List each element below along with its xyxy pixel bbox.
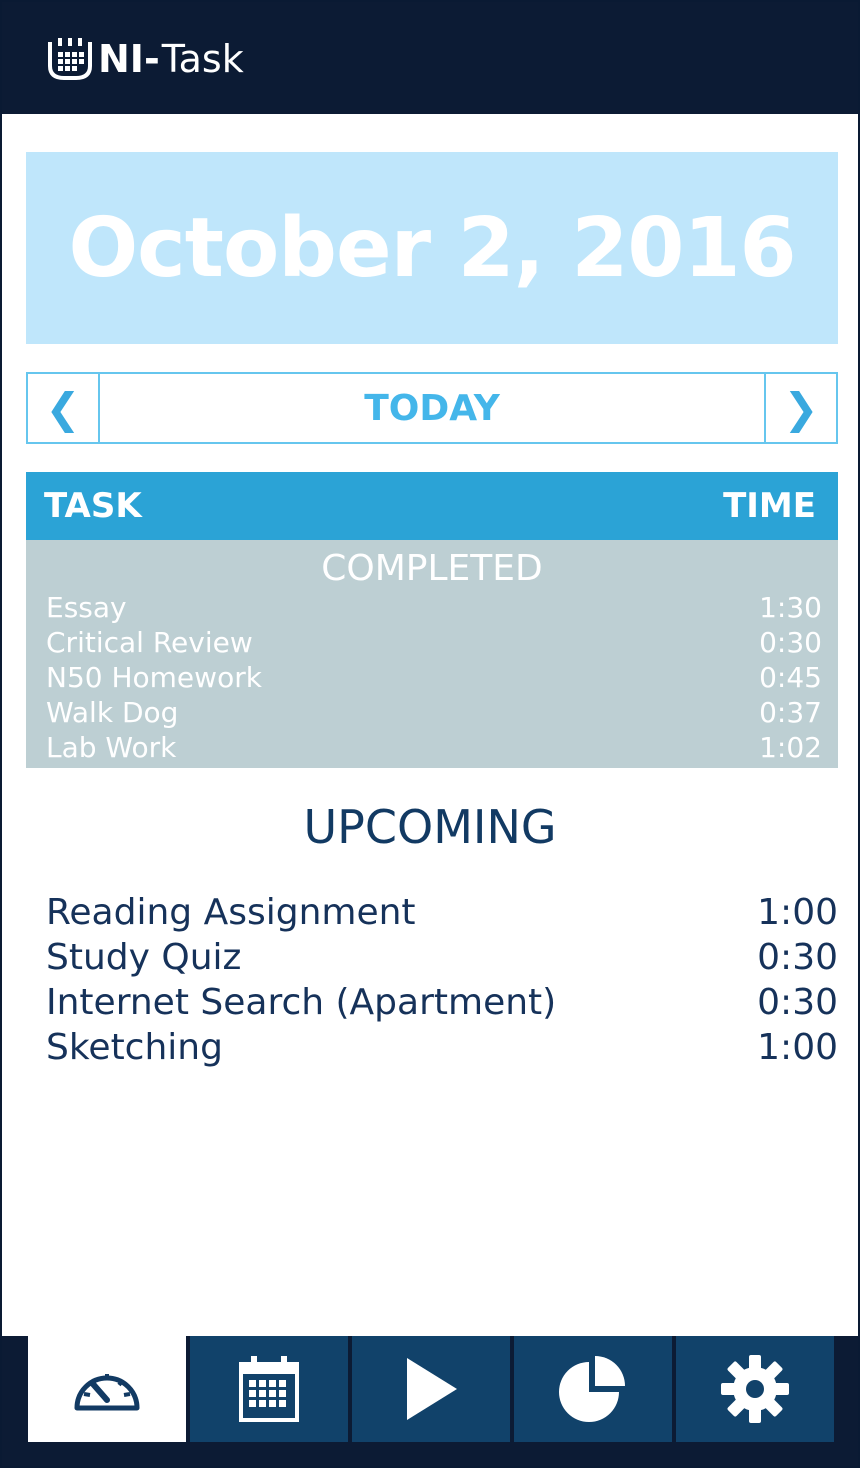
play-icon (407, 1358, 457, 1420)
completed-task-row[interactable]: Walk Dog 0:37 (46, 695, 822, 730)
upcoming-task-row[interactable]: Internet Search (Apartment) 0:30 (46, 980, 838, 1025)
task-name: Lab Work (46, 731, 177, 764)
gear-icon (721, 1355, 789, 1423)
task-name: Critical Review (46, 626, 253, 659)
day-navigation: ❮ TODAY ❯ (26, 372, 838, 444)
upcoming-title: UPCOMING (303, 800, 557, 854)
completed-list: Essay 1:30 Critical Review 0:30 N50 Home… (46, 590, 822, 765)
bottom-tab-bar (2, 1336, 858, 1466)
task-time: 0:37 (759, 696, 822, 729)
task-name: Study Quiz (46, 937, 242, 978)
app-window: NI- Task October 2, 2016 ❮ TODAY ❯ TASK … (0, 0, 860, 1468)
app-title-ni: NI- (98, 37, 160, 81)
calendar-icon (239, 1356, 299, 1422)
today-button[interactable]: TODAY (100, 374, 764, 442)
task-time: 1:30 (759, 591, 822, 624)
date-banner: October 2, 2016 (26, 152, 838, 344)
speedometer-icon (74, 1374, 140, 1411)
task-name: N50 Homework (46, 661, 262, 694)
chevron-left-icon: ❮ (45, 383, 81, 433)
task-table-header: TASK TIME (26, 472, 838, 540)
task-name: Sketching (46, 1027, 223, 1068)
completed-task-row[interactable]: Lab Work 1:02 (46, 730, 822, 765)
next-day-button[interactable]: ❯ (764, 374, 836, 442)
app-header: NI- Task (2, 2, 858, 114)
task-time: 0:30 (759, 626, 822, 659)
completed-task-row[interactable]: N50 Homework 0:45 (46, 660, 822, 695)
tab-timer[interactable] (352, 1336, 510, 1442)
upcoming-task-row[interactable]: Study Quiz 0:30 (46, 935, 838, 980)
task-name: Reading Assignment (46, 892, 416, 933)
completed-task-row[interactable]: Critical Review 0:30 (46, 625, 822, 660)
time-column-header: TIME (723, 486, 816, 526)
task-time: 0:45 (759, 661, 822, 694)
upcoming-task-row[interactable]: Reading Assignment 1:00 (46, 890, 838, 935)
pie-chart-icon (559, 1356, 625, 1422)
task-time: 0:30 (757, 937, 838, 978)
task-time: 0:30 (757, 982, 838, 1023)
previous-day-button[interactable]: ❮ (28, 374, 100, 442)
upcoming-task-row[interactable]: Sketching 1:00 (46, 1025, 838, 1070)
app-title: NI- Task (98, 37, 244, 81)
app-logo: NI- Task (46, 34, 244, 84)
task-name: Essay (46, 591, 127, 624)
tab-calendar[interactable] (190, 1336, 348, 1442)
completed-section: COMPLETED Essay 1:30 Critical Review 0:3… (26, 540, 838, 768)
calendar-cup-logo-icon (46, 36, 94, 82)
task-name: Walk Dog (46, 696, 179, 729)
current-date: October 2, 2016 (68, 200, 796, 296)
app-title-task: Task (161, 37, 244, 81)
task-column-header: TASK (44, 486, 142, 526)
tab-statistics[interactable] (514, 1336, 672, 1442)
upcoming-list: Reading Assignment 1:00 Study Quiz 0:30 … (46, 890, 838, 1070)
completed-title: COMPLETED (321, 548, 543, 589)
task-name: Internet Search (Apartment) (46, 982, 557, 1023)
task-time: 1:02 (759, 731, 822, 764)
chevron-right-icon: ❯ (783, 383, 819, 433)
completed-task-row[interactable]: Essay 1:30 (46, 590, 822, 625)
tab-dashboard[interactable] (28, 1336, 186, 1442)
task-time: 1:00 (757, 1027, 838, 1068)
tab-settings[interactable] (676, 1336, 834, 1442)
task-time: 1:00 (757, 892, 838, 933)
